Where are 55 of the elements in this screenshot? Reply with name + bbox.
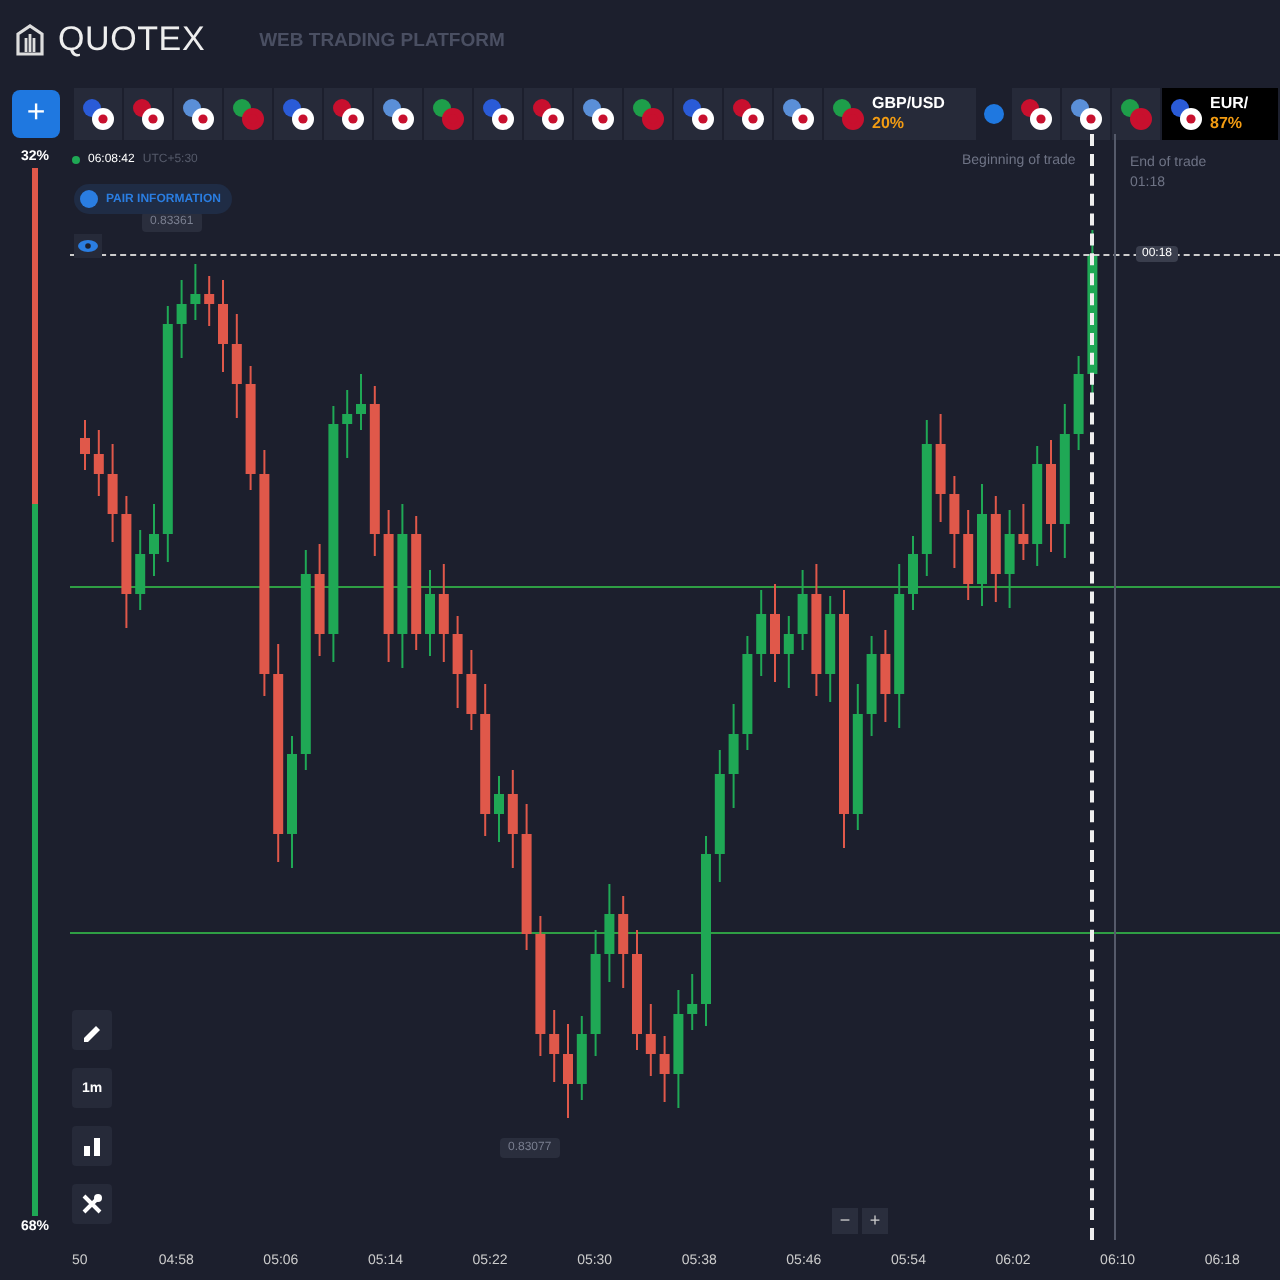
asset-tab[interactable]: GBP/USD 20% xyxy=(824,88,976,140)
currency-pair-icon xyxy=(332,98,364,130)
zoom-in-button[interactable]: + xyxy=(862,1208,888,1234)
currency-pair-icon xyxy=(682,98,714,130)
payout-percent: 20% xyxy=(872,114,907,134)
chart-type-button[interactable] xyxy=(72,1126,112,1166)
asset-tab[interactable] xyxy=(474,88,522,140)
asset-tab[interactable] xyxy=(774,88,822,140)
status-dot-icon xyxy=(72,156,80,164)
asset-tab[interactable] xyxy=(1012,88,1060,140)
currency-pair-icon xyxy=(582,98,614,130)
asset-tab[interactable] xyxy=(674,88,722,140)
currency-pair-icon xyxy=(632,98,664,130)
currency-pair-icon xyxy=(1120,98,1152,130)
asset-tab[interactable] xyxy=(374,88,422,140)
asset-tab[interactable] xyxy=(74,88,122,140)
pin-marker-icon[interactable] xyxy=(984,104,1004,124)
currency-pair-icon xyxy=(732,98,764,130)
currency-pair-icon xyxy=(1070,98,1102,130)
brand-name: QUOTEX xyxy=(58,20,206,60)
asset-tab[interactable] xyxy=(574,88,622,140)
crossed-tools-icon xyxy=(80,1192,104,1216)
asset-tab[interactable] xyxy=(724,88,772,140)
asset-tab[interactable] xyxy=(324,88,372,140)
currency-pair-icon xyxy=(132,98,164,130)
bar-chart-icon xyxy=(80,1134,104,1158)
currency-pair-icon xyxy=(1170,98,1202,130)
asset-tab[interactable] xyxy=(1062,88,1110,140)
draw-button[interactable] xyxy=(72,1010,112,1050)
currency-pair-icon xyxy=(832,98,864,130)
asset-tab[interactable] xyxy=(524,88,572,140)
info-icon xyxy=(80,190,98,208)
zoom-out-button[interactable]: − xyxy=(832,1208,858,1234)
currency-pair-icon xyxy=(482,98,514,130)
logo-icon xyxy=(12,22,48,58)
currency-pair-icon xyxy=(1020,98,1052,130)
asset-tab[interactable] xyxy=(124,88,172,140)
currency-pair-icon xyxy=(782,98,814,130)
asset-name: GBP/USD xyxy=(872,94,945,114)
currency-pair-icon xyxy=(232,98,264,130)
payout-percent: 87% xyxy=(1210,114,1245,134)
eye-button[interactable] xyxy=(74,234,102,258)
add-button[interactable]: + xyxy=(12,90,60,138)
asset-tab[interactable] xyxy=(174,88,222,140)
currency-pair-icon xyxy=(382,98,414,130)
currency-pair-icon xyxy=(182,98,214,130)
currency-pair-icon xyxy=(532,98,564,130)
asset-tab[interactable]: EUR/ 87% xyxy=(1162,88,1278,140)
asset-tab[interactable] xyxy=(274,88,322,140)
indicators-button[interactable] xyxy=(72,1184,112,1224)
eye-icon xyxy=(78,240,98,252)
currency-pair-icon xyxy=(432,98,464,130)
currency-pair-icon xyxy=(82,98,114,130)
asset-name: EUR/ xyxy=(1210,94,1249,114)
currency-pair-icon xyxy=(282,98,314,130)
